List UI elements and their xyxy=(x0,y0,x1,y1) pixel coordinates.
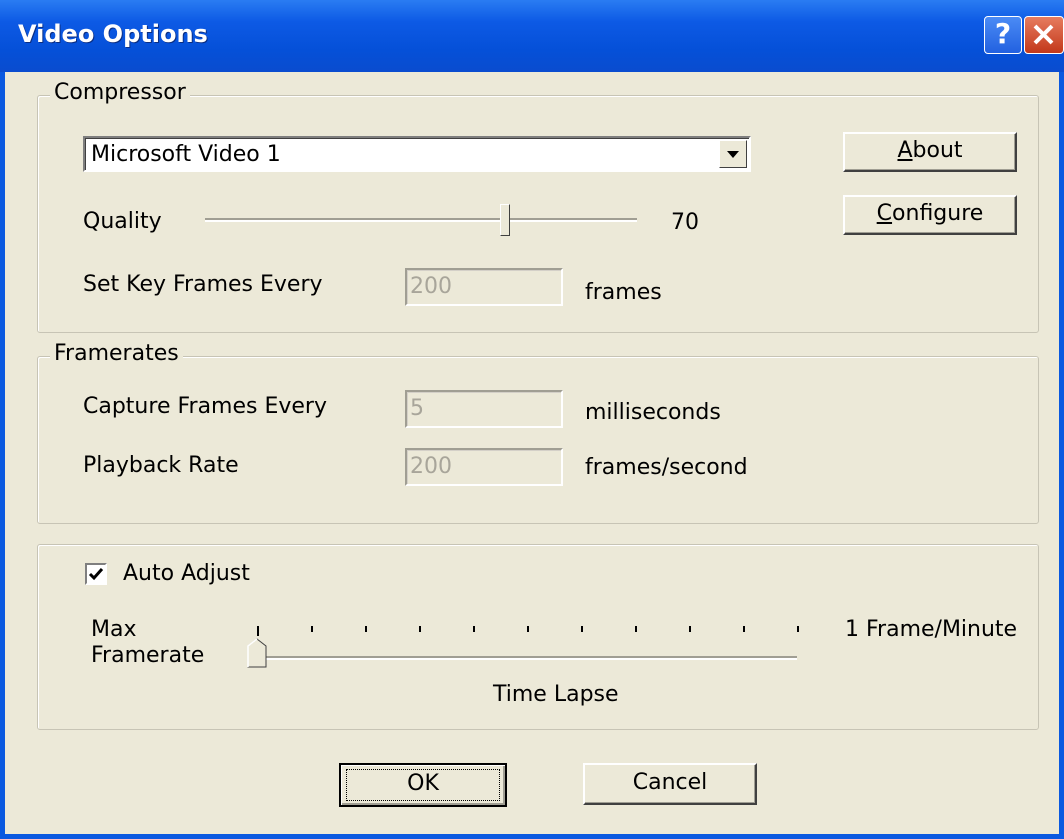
codec-select[interactable]: Microsoft Video 1 xyxy=(83,136,751,172)
time-lapse-track xyxy=(257,656,797,660)
cancel-button[interactable]: Cancel xyxy=(583,763,757,805)
playback-label: Playback Rate xyxy=(83,453,239,478)
codec-select-value: Microsoft Video 1 xyxy=(91,142,281,167)
window-title: Video Options xyxy=(18,20,208,48)
video-options-dialog: Video Options ? Compressor Microsoft Vid… xyxy=(0,0,1064,839)
time-lapse-ticks xyxy=(245,620,805,636)
chevron-down-icon xyxy=(727,151,739,158)
time-lapse-tick xyxy=(689,626,691,632)
auto-adjust-label[interactable]: Auto Adjust xyxy=(123,561,250,586)
configure-button[interactable]: Configure xyxy=(843,195,1017,235)
quality-slider-track xyxy=(205,218,637,222)
time-lapse-slider-thumb[interactable] xyxy=(247,638,267,668)
framerates-group xyxy=(37,356,1039,524)
time-lapse-label: Time Lapse xyxy=(493,682,619,707)
time-lapse-tick xyxy=(581,626,583,632)
capture-label: Capture Frames Every xyxy=(83,394,327,419)
time-lapse-tick xyxy=(365,626,367,632)
configure-label: onfigure xyxy=(892,201,984,226)
time-lapse-tick xyxy=(797,626,799,632)
time-lapse-tick xyxy=(635,626,637,632)
close-button[interactable] xyxy=(1024,16,1064,54)
playback-unit: frames/second xyxy=(585,455,748,480)
quality-label: Quality xyxy=(83,209,162,234)
capture-input-value: 5 xyxy=(410,396,424,421)
compressor-legend: Compressor xyxy=(50,80,190,105)
time-lapse-tick xyxy=(257,626,259,636)
help-icon: ? xyxy=(994,17,1012,50)
about-label: bout xyxy=(912,138,963,163)
title-bar[interactable]: Video Options ? xyxy=(0,0,1064,72)
quality-slider-thumb[interactable] xyxy=(500,204,510,236)
quality-value: 70 xyxy=(671,210,699,235)
framerates-legend: Framerates xyxy=(50,341,183,366)
ok-focus-ring xyxy=(346,769,500,801)
checkmark-icon xyxy=(88,568,104,581)
time-lapse-tick xyxy=(311,626,313,632)
about-button[interactable]: About xyxy=(843,132,1017,172)
time-lapse-slider[interactable] xyxy=(245,620,805,670)
keyframes-unit: frames xyxy=(585,280,662,305)
time-lapse-tick xyxy=(419,626,421,632)
playback-input[interactable]: 200 xyxy=(405,448,563,486)
max-framerate-label: Max Framerate xyxy=(91,617,204,669)
one-frame-per-minute-label: 1 Frame/Minute xyxy=(845,617,1018,642)
codec-dropdown-button[interactable] xyxy=(719,140,747,168)
max-framerate-label-line1: Max xyxy=(91,617,137,642)
playback-input-value: 200 xyxy=(410,454,452,479)
auto-adjust-checkbox[interactable] xyxy=(85,563,107,585)
capture-unit: milliseconds xyxy=(585,400,721,425)
cancel-label: Cancel xyxy=(632,770,708,795)
keyframes-input[interactable]: 200 xyxy=(405,268,563,306)
help-button[interactable]: ? xyxy=(984,16,1022,54)
configure-mnemonic: C xyxy=(876,201,893,226)
keyframes-label: Set Key Frames Every xyxy=(83,272,323,297)
ok-button[interactable]: OK xyxy=(339,763,507,807)
close-icon xyxy=(1033,24,1054,45)
time-lapse-tick xyxy=(473,626,475,632)
keyframes-input-value: 200 xyxy=(410,274,452,299)
time-lapse-tick xyxy=(743,626,745,632)
time-lapse-tick xyxy=(527,626,529,632)
quality-slider[interactable] xyxy=(205,200,637,240)
about-mnemonic: A xyxy=(897,138,913,163)
capture-input[interactable]: 5 xyxy=(405,390,563,428)
max-framerate-label-line2: Framerate xyxy=(91,643,205,668)
